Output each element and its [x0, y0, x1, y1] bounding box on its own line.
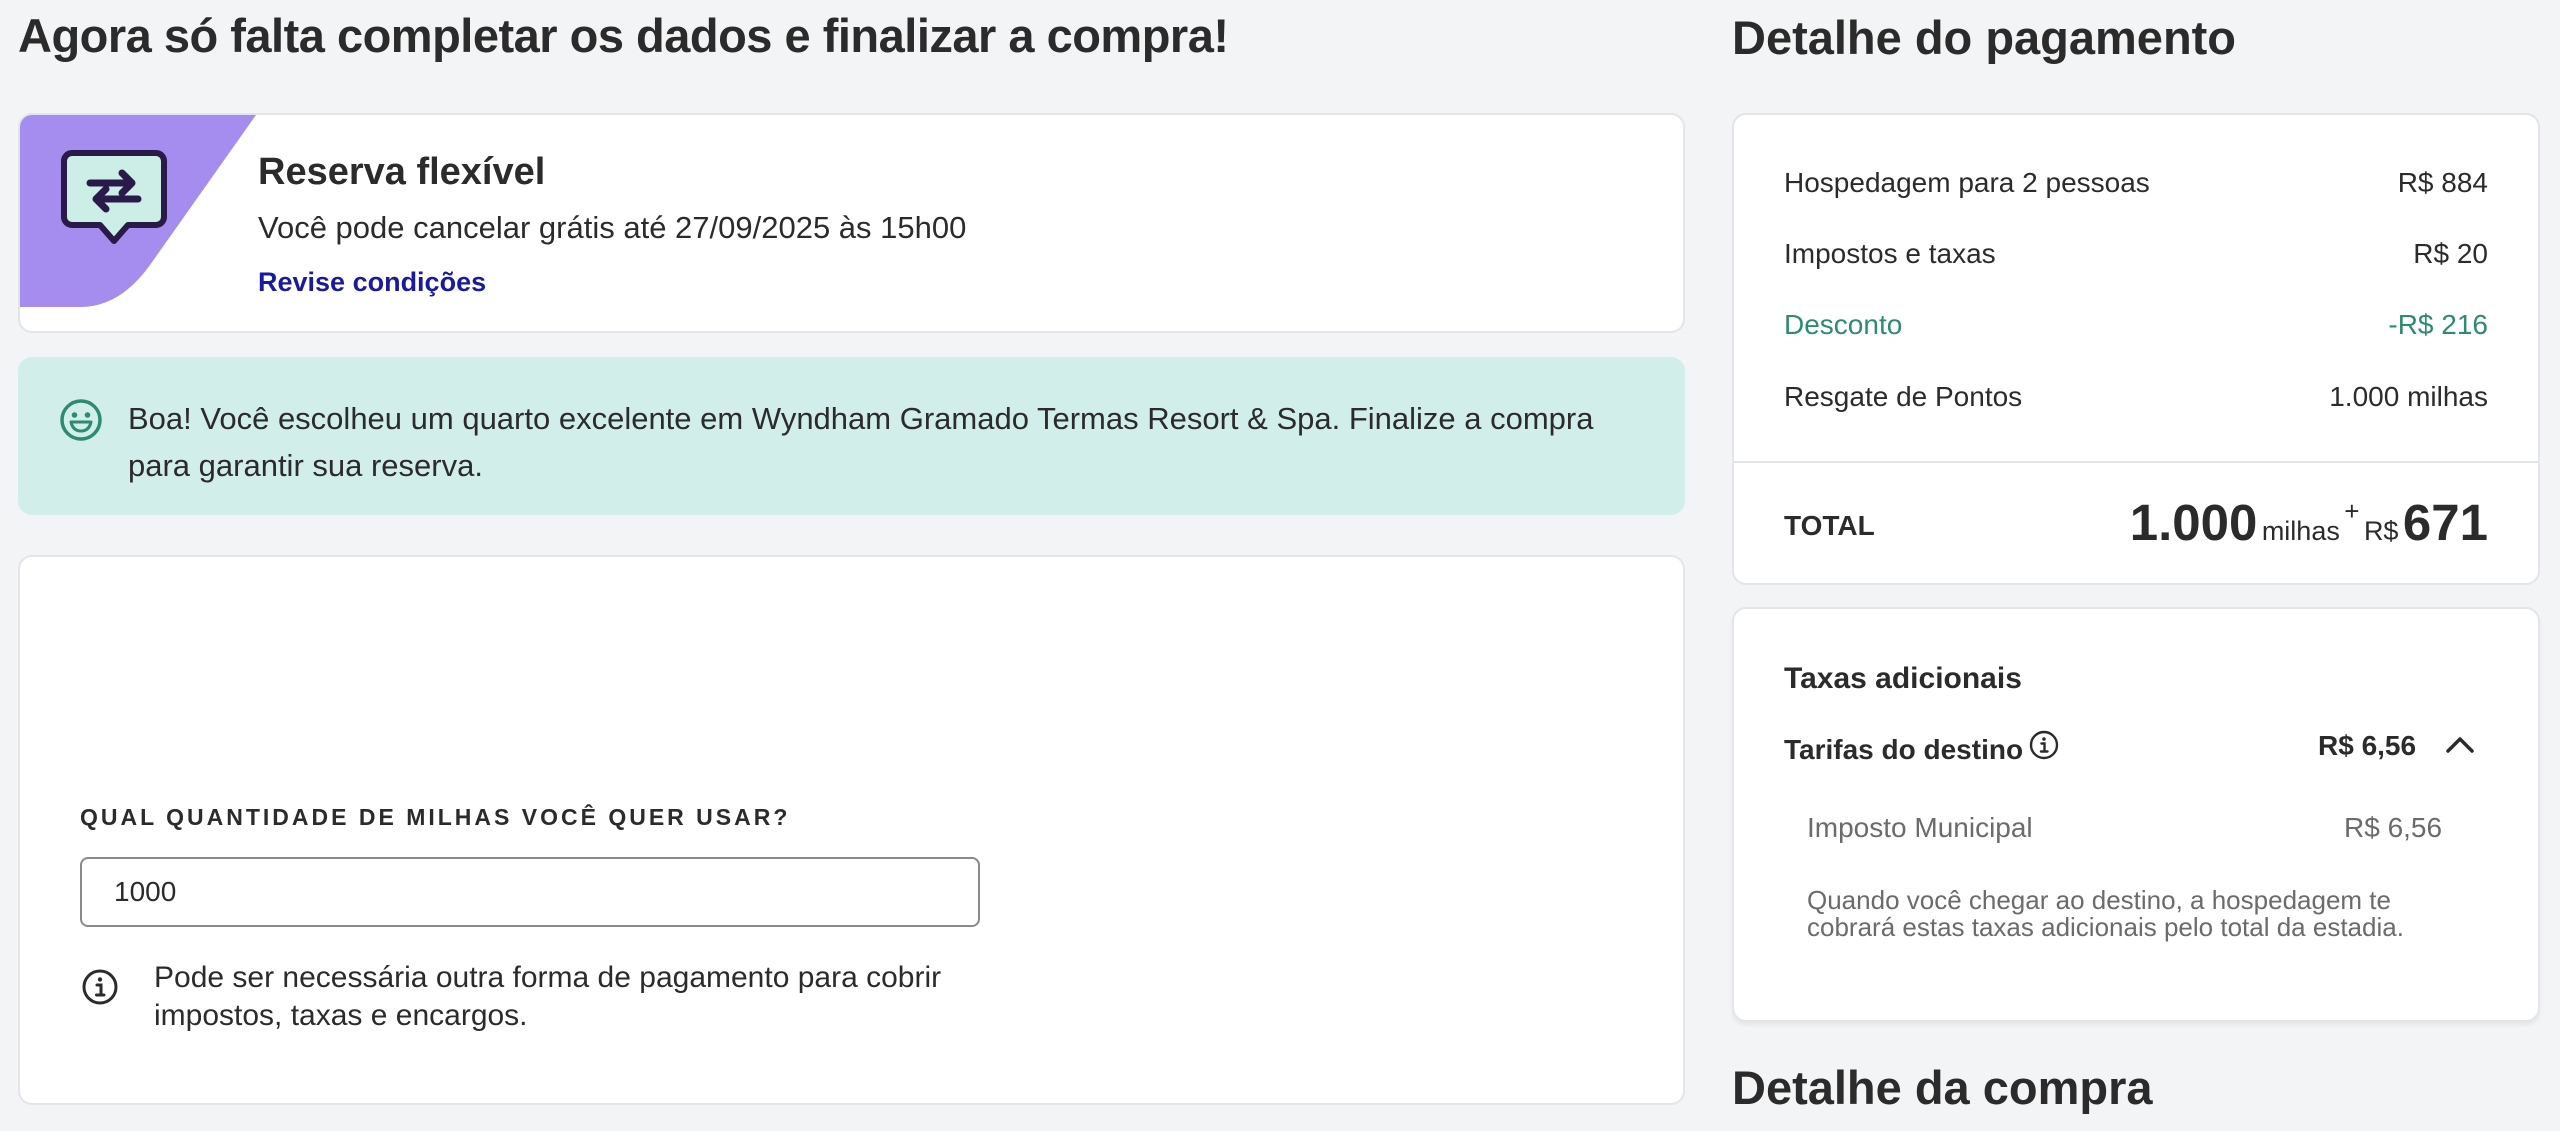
destination-fees-value: R$ 6,56 — [2318, 730, 2417, 761]
total-miles: 1.000 — [2129, 494, 2258, 551]
total-label: TOTAL — [1784, 510, 1875, 541]
miles-note: Pode ser necessária outra forma de pagam… — [154, 961, 942, 1032]
lodging-value: R$ 884 — [2397, 167, 2488, 198]
payment-detail-title: Detalhe do pagamento — [1732, 11, 2237, 64]
points-label: Resgate de Pontos — [1784, 381, 2023, 412]
notice-text: Boa! Você escolheu um quarto excelente e… — [128, 401, 1594, 483]
municipal-tax-value: R$ 6,56 — [2344, 812, 2443, 843]
points-row: Resgate de Pontos 1.000 milhas — [1784, 381, 2488, 421]
taxes-row: Impostos e taxas R$ 20 — [1784, 238, 2488, 278]
taxes-label: Impostos e taxas — [1784, 238, 1996, 269]
payment-summary-card: Hospedagem para 2 pessoas R$ 884 Imposto… — [1732, 113, 2540, 585]
smile-icon — [60, 399, 102, 441]
lodging-label: Hospedagem para 2 pessoas — [1784, 167, 2150, 198]
municipal-tax-label: Imposto Municipal — [1807, 812, 2033, 843]
total-plus: + — [2344, 496, 2360, 526]
info-icon[interactable] — [2028, 729, 2060, 761]
points-value: 1.000 milhas — [2329, 381, 2488, 412]
destination-fees-label: Tarifas do destino — [1784, 734, 2024, 765]
discount-label: Desconto — [1784, 309, 1903, 340]
purchase-detail-title: Detalhe da compra — [1732, 1061, 2153, 1114]
miles-input[interactable] — [80, 857, 980, 927]
fees-title: Taxas adicionais — [1784, 662, 2022, 695]
total-miles-unit: milhas — [2261, 516, 2340, 546]
discount-row: Desconto -R$ 216 — [1784, 309, 2488, 349]
fees-note: Quando você chegar ao destino, a hospeda… — [1807, 885, 2404, 942]
miles-label: QUAL QUANTIDADE DE MILHAS VOCÊ QUER USAR… — [80, 804, 791, 830]
lodging-row: Hospedagem para 2 pessoas R$ 884 — [1784, 167, 2488, 207]
additional-fees-card: Taxas adicionais Tarifas do destino R$ 6… — [1732, 607, 2540, 1022]
divider — [1734, 461, 2538, 463]
flexible-booking-card: Reserva flexível Você pode cancelar grát… — [18, 113, 1685, 333]
info-icon — [82, 969, 118, 1005]
flexible-booking-title: Reserva flexível — [258, 151, 546, 193]
taxes-value: R$ 20 — [2413, 238, 2488, 269]
page-title: Agora só falta completar os dados e fina… — [18, 9, 1229, 62]
hotel-notice: Boa! Você escolheu um quarto excelente e… — [18, 357, 1685, 515]
miles-card: QUAL QUANTIDADE DE MILHAS VOCÊ QUER USAR… — [18, 555, 1685, 1105]
chevron-up-icon[interactable] — [2442, 727, 2478, 763]
refresh-chat-icon — [61, 150, 167, 244]
total-amount: 671 — [2402, 494, 2488, 551]
discount-value: -R$ 216 — [2388, 309, 2488, 340]
review-conditions-link[interactable]: Revise condições — [258, 267, 486, 298]
cancellation-deadline: Você pode cancelar grátis até 27/09/2025… — [258, 210, 967, 245]
total-value: 1.000 milhas + R$ 671 — [2130, 493, 2488, 552]
total-currency: R$ — [2363, 516, 2399, 546]
